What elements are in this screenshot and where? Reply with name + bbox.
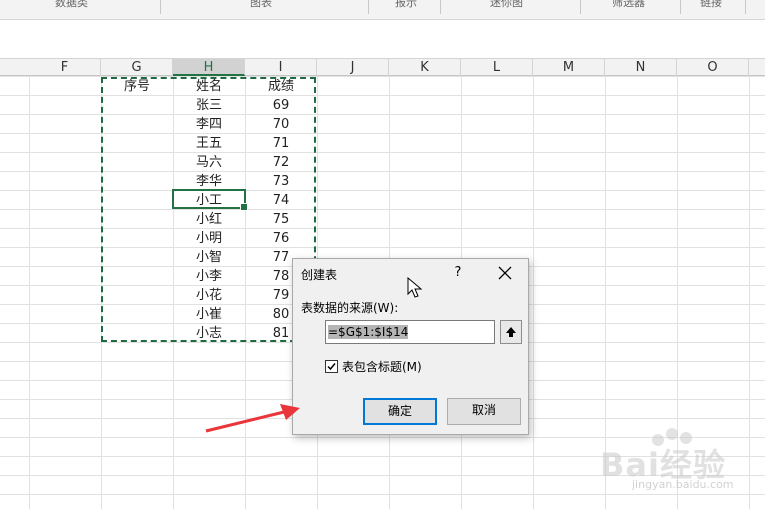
cancel-button[interactable]: 取消 bbox=[447, 398, 521, 425]
ribbon-separator bbox=[680, 0, 681, 14]
grid-column-line bbox=[29, 76, 30, 509]
ribbon-group-label: 筛选器 bbox=[612, 0, 645, 9]
column-header-l[interactable]: L bbox=[461, 59, 533, 76]
copy-range-marquee bbox=[101, 77, 316, 342]
column-header-g[interactable]: G bbox=[101, 59, 173, 76]
ok-button[interactable]: 确定 bbox=[363, 398, 437, 425]
range-input-value: =$G$1:$I$14 bbox=[328, 325, 409, 339]
column-header-i[interactable]: I bbox=[245, 59, 317, 76]
formula-bar-area bbox=[0, 20, 765, 58]
ribbon-separator bbox=[745, 0, 746, 14]
ribbon-group-label: 报示 bbox=[395, 0, 417, 9]
close-button[interactable] bbox=[493, 263, 517, 283]
grid-column-line bbox=[533, 76, 534, 509]
column-header-bar: F G H I J K L M N O bbox=[0, 58, 765, 76]
excel-window: 数据类 图表 报示 迷你图 筛选器 链接 F G H I J K L M N O… bbox=[0, 0, 765, 509]
column-header-j[interactable]: J bbox=[317, 59, 389, 76]
column-header-f[interactable]: F bbox=[29, 59, 101, 76]
has-headers-label[interactable]: 表包含标题(M) bbox=[342, 358, 422, 375]
ribbon-group-label: 数据类 bbox=[55, 0, 88, 9]
active-cell-selection[interactable] bbox=[172, 189, 248, 211]
dialog-title: 创建表 bbox=[301, 268, 338, 282]
ribbon-separator bbox=[160, 0, 161, 14]
column-header-h[interactable]: H bbox=[173, 59, 245, 76]
ribbon-separator bbox=[368, 0, 369, 14]
column-header-m[interactable]: M bbox=[533, 59, 605, 76]
ribbon-group-label: 链接 bbox=[700, 0, 722, 9]
ribbon-separator bbox=[440, 0, 441, 14]
help-button[interactable]: ? bbox=[448, 263, 468, 283]
watermark-url: jingyan.baidu.com bbox=[632, 478, 734, 491]
mouse-pointer-icon bbox=[407, 277, 423, 298]
range-input[interactable]: =$G$1:$I$14 bbox=[325, 320, 495, 344]
ribbon-separator bbox=[580, 0, 581, 14]
close-icon bbox=[498, 266, 512, 280]
ribbon-group-labels: 数据类 图表 报示 迷你图 筛选器 链接 bbox=[0, 0, 765, 20]
has-headers-checkbox[interactable] bbox=[325, 360, 338, 373]
annotation-arrow-icon bbox=[205, 404, 300, 433]
column-header-n[interactable]: N bbox=[605, 59, 677, 76]
source-label: 表数据的来源(W): bbox=[301, 301, 399, 315]
collapse-arrow-icon bbox=[506, 327, 516, 337]
ribbon-group-label: 图表 bbox=[250, 0, 272, 9]
ribbon-group-label: 迷你图 bbox=[490, 0, 523, 9]
column-header-o[interactable]: O bbox=[677, 59, 749, 76]
checkmark-icon bbox=[327, 363, 336, 371]
column-header-k[interactable]: K bbox=[389, 59, 461, 76]
collapse-dialog-button[interactable] bbox=[500, 320, 522, 344]
